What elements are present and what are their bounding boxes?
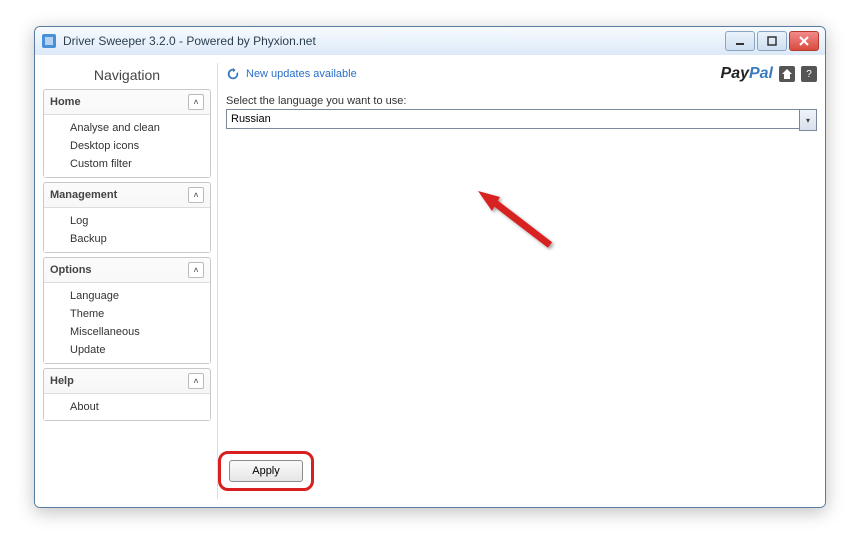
nav-item[interactable]: Miscellaneous — [44, 323, 210, 341]
language-label: Select the language you want to use: — [226, 95, 817, 107]
app-window: Driver Sweeper 3.2.0 - Powered by Phyxio… — [34, 26, 826, 508]
navigation-title: Navigation — [43, 63, 211, 89]
language-select[interactable]: ▾ — [226, 109, 817, 131]
nav-group-home: Home ˄ Analyse and cleanDesktop iconsCusto… — [43, 89, 211, 178]
titlebar: Driver Sweeper 3.2.0 - Powered by Phyxio… — [35, 27, 825, 56]
nav-group-body: Analyse and cleanDesktop iconsCustom fil… — [44, 114, 210, 177]
navigation-panel: Navigation Home ˄ Analyse and cleanDesktop… — [43, 63, 211, 499]
nav-group-options: Options ˄ LanguageThemeMiscellaneousUpdate — [43, 257, 211, 364]
app-icon — [41, 33, 57, 49]
nav-group-body: LanguageThemeMiscellaneousUpdate — [44, 282, 210, 363]
nav-item[interactable]: Language — [44, 287, 210, 305]
updates-link[interactable]: New updates available — [246, 68, 357, 80]
paypal-logo[interactable]: PayPal — [721, 65, 773, 83]
annotation-arrow — [470, 185, 560, 255]
content-area: Navigation Home ˄ Analyse and cleanDesktop… — [35, 55, 825, 507]
nav-group-management: Management ˄ LogBackup — [43, 182, 211, 253]
dropdown-button[interactable]: ▾ — [799, 109, 817, 131]
nav-group-header[interactable]: Options ˄ — [44, 258, 210, 282]
nav-group-title: Options — [50, 264, 92, 276]
nav-item[interactable]: Theme — [44, 305, 210, 323]
nav-group-body: About — [44, 393, 210, 420]
nav-group-header[interactable]: Home ˄ — [44, 90, 210, 114]
chevron-up-icon: ˄ — [188, 262, 204, 278]
help-icon[interactable]: ? — [801, 66, 817, 82]
nav-item[interactable]: Backup — [44, 230, 210, 248]
nav-group-body: LogBackup — [44, 207, 210, 252]
nav-item[interactable]: Update — [44, 341, 210, 359]
chevron-up-icon: ˄ — [188, 187, 204, 203]
top-row: New updates available PayPal ? — [226, 63, 817, 85]
nav-item[interactable]: Custom filter — [44, 155, 210, 173]
nav-item[interactable]: Analyse and clean — [44, 119, 210, 137]
window-title: Driver Sweeper 3.2.0 - Powered by Phyxio… — [63, 34, 723, 48]
apply-area: Apply — [218, 451, 314, 491]
home-icon[interactable] — [779, 66, 795, 82]
nav-item[interactable]: Log — [44, 212, 210, 230]
nav-group-title: Help — [50, 375, 74, 387]
close-button[interactable] — [789, 31, 819, 51]
nav-group-header[interactable]: Management ˄ — [44, 183, 210, 207]
nav-group-title: Management — [50, 189, 117, 201]
maximize-button[interactable] — [757, 31, 787, 51]
chevron-up-icon: ˄ — [188, 373, 204, 389]
nav-group-help: Help ˄ About — [43, 368, 211, 421]
chevron-up-icon: ˄ — [188, 94, 204, 110]
nav-item[interactable]: Desktop icons — [44, 137, 210, 155]
language-input[interactable] — [226, 109, 799, 129]
minimize-button[interactable] — [725, 31, 755, 51]
nav-group-header[interactable]: Help ˄ — [44, 369, 210, 393]
main-panel: New updates available PayPal ? Select th… — [217, 63, 817, 499]
refresh-icon — [226, 67, 240, 81]
nav-group-title: Home — [50, 96, 81, 108]
apply-button[interactable]: Apply — [229, 460, 303, 482]
apply-highlight: Apply — [218, 451, 314, 491]
chevron-down-icon: ▾ — [806, 116, 810, 125]
nav-item[interactable]: About — [44, 398, 210, 416]
